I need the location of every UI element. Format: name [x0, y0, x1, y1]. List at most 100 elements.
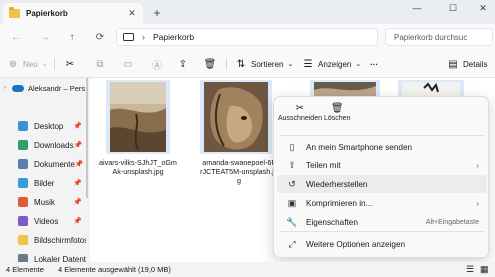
- menu-item-label: Weitere Optionen anzeigen: [306, 239, 406, 249]
- sidebar-scrollbar[interactable]: [86, 78, 88, 198]
- downloads-icon: [18, 140, 28, 150]
- view-icon: ☰: [303, 58, 313, 70]
- menu-item-properties[interactable]: 🔧 Eigenschaften Alt+Eingabetaste: [277, 213, 487, 231]
- sidebar-item-bilder[interactable]: Bilder 📌: [0, 174, 86, 192]
- paste-button[interactable]: ▭: [121, 56, 135, 72]
- sidebar-item-desktop[interactable]: Desktop 📌: [0, 117, 86, 135]
- refresh-button[interactable]: ⟳: [92, 29, 108, 45]
- menu-item-restore[interactable]: ↺ Wiederherstellen: [277, 175, 487, 193]
- properties-icon: 🔧: [286, 216, 298, 227]
- details-button[interactable]: ▤ Details: [446, 56, 487, 72]
- sidebar-item-label: Videos: [34, 216, 59, 226]
- sort-icon: ⇅: [236, 58, 246, 70]
- share-button[interactable]: ⇪: [176, 56, 190, 72]
- pin-icon[interactable]: 📌: [73, 198, 82, 206]
- pin-icon[interactable]: 📌: [75, 160, 84, 168]
- chevron-down-icon: ⌄: [355, 61, 362, 68]
- context-menu-quick-actions: ✂ Ausschneiden 🗑 Löschen: [274, 99, 490, 133]
- file-name[interactable]: amanda-swanepoel-6F rJCTEAT5M-unsplash.j…: [194, 158, 284, 185]
- view-button[interactable]: ☰ Anzeigen ⌄: [301, 56, 362, 72]
- tab-papierkorb[interactable]: Papierkorb ✕: [3, 3, 143, 24]
- navigation-pane: › Aleksandr – Pers Desktop 📌 Downloads 📌 Dok…: [0, 78, 88, 264]
- delete-button[interactable]: 🗑: [203, 56, 217, 72]
- copy-button[interactable]: ⧉: [93, 56, 107, 72]
- sidebar-item-musik[interactable]: Musik 📌: [0, 193, 86, 211]
- new-button[interactable]: ⊕ Neu ⌄: [6, 56, 48, 72]
- address-bar[interactable]: › Papierkorb: [116, 28, 378, 46]
- onedrive-cloud-icon: [12, 84, 24, 92]
- paste-icon: ▭: [123, 58, 133, 70]
- delete-action[interactable]: 🗑 Löschen: [324, 101, 350, 123]
- desert-photo-thumbnail: [106, 80, 170, 154]
- file-item[interactable]: [106, 80, 170, 154]
- keyboard-shortcut: Alt+Eingabetaste: [425, 218, 479, 226]
- new-tab-button[interactable]: +: [150, 6, 164, 20]
- close-tab-icon[interactable]: ✕: [125, 7, 139, 21]
- sidebar-item-label: Bilder: [34, 178, 55, 188]
- sort-label: Sortieren: [251, 59, 284, 69]
- chevron-right-icon[interactable]: ›: [4, 85, 6, 91]
- cut-label: Ausschneiden: [278, 115, 322, 122]
- file-name-line: Ak-unsplash.jpg: [112, 167, 164, 176]
- share-icon: ⇪: [178, 58, 188, 70]
- details-view-toggle[interactable]: ☰: [466, 264, 474, 275]
- trash-icon: 🗑: [330, 102, 344, 114]
- address-row: ← → ↑ ⟳ › Papierkorb Papierkorb durchsuc: [0, 24, 495, 50]
- details-pane-icon: ▤: [448, 58, 458, 70]
- sort-button[interactable]: ⇅ Sortieren ⌄: [234, 56, 294, 72]
- scissors-icon: ✂: [295, 102, 305, 114]
- chevron-down-icon: ⌄: [287, 61, 294, 68]
- close-window-button[interactable]: ✕: [470, 0, 495, 16]
- command-bar: ⊕ Neu ⌄ ✂ ⧉ ▭ Ⓐ ⇪ 🗑 ⇅ Sortieren ⌄ ☰ Anze…: [0, 50, 495, 78]
- cut-action[interactable]: ✂ Ausschneiden: [278, 101, 322, 123]
- chevron-right-icon[interactable]: ›: [142, 32, 145, 42]
- pin-icon[interactable]: 📌: [74, 141, 83, 149]
- sidebar-item-bildschirmfotos[interactable]: Bildschirmfotos: [0, 231, 86, 249]
- sidebar-item-label: Bildschirmfotos: [34, 235, 86, 245]
- sidebar-item-videos[interactable]: Videos 📌: [0, 212, 86, 230]
- cut-button[interactable]: ✂: [63, 56, 77, 72]
- file-name[interactable]: aivars-vilks-SJhJT_oGm Ak-unsplash.jpg: [96, 158, 180, 176]
- menu-item-share[interactable]: ⇪ Teilen mit ›: [277, 156, 487, 174]
- new-label: Neu: [23, 59, 38, 69]
- chevron-down-icon: ⌄: [41, 61, 48, 68]
- up-button[interactable]: ↑: [64, 29, 80, 45]
- sidebar-item-downloads[interactable]: Downloads 📌: [0, 136, 86, 154]
- divider: [280, 135, 484, 136]
- sidebar-item-dokumente[interactable]: Dokumente 📌: [0, 155, 86, 173]
- pin-icon[interactable]: 📌: [73, 217, 82, 225]
- menu-item-label: Komprimieren in...: [306, 198, 373, 208]
- pin-icon[interactable]: 📌: [73, 122, 82, 130]
- status-bar: 4 Elemente 4 Elemente ausgewählt (19,0 M…: [0, 262, 495, 277]
- new-icon: ⊕: [8, 58, 18, 70]
- maximize-button[interactable]: ☐: [440, 0, 466, 16]
- sidebar-item-label: Downloads: [34, 140, 74, 150]
- file-item[interactable]: [200, 80, 272, 154]
- details-label: Details: [463, 59, 488, 69]
- menu-item-archive[interactable]: ▣ Komprimieren in... ›: [277, 194, 487, 212]
- documents-icon: [18, 159, 28, 169]
- restore-icon: ↺: [288, 178, 296, 189]
- menu-item-phone[interactable]: ▯ An mein Smartphone senden: [277, 138, 487, 156]
- title-bar: Papierkorb ✕ + — ☐ ✕: [0, 0, 495, 24]
- pin-icon[interactable]: 📌: [73, 179, 82, 187]
- view-label: Anzeigen: [318, 59, 352, 69]
- back-button[interactable]: ←: [8, 29, 24, 45]
- music-icon: [18, 197, 28, 207]
- forward-button[interactable]: →: [37, 29, 53, 45]
- search-input[interactable]: Papierkorb durchsuc: [385, 28, 493, 46]
- file-name-line: aivars-vilks-SJhJT_oGm: [99, 158, 177, 167]
- breadcrumb[interactable]: Papierkorb: [153, 32, 194, 42]
- minimize-button[interactable]: —: [404, 0, 430, 16]
- more-button[interactable]: ···: [370, 56, 378, 72]
- this-pc-icon: [123, 33, 134, 41]
- menu-item-more-options[interactable]: ⤢ Weitere Optionen anzeigen: [277, 235, 487, 253]
- sidebar-item-onedrive[interactable]: › Aleksandr – Pers: [0, 79, 86, 97]
- phone-icon: ▯: [289, 141, 295, 152]
- file-name-line: g: [237, 176, 241, 185]
- rename-button[interactable]: Ⓐ: [150, 56, 164, 72]
- tiles-view-toggle[interactable]: ▦: [480, 264, 489, 275]
- trash-icon: 🗑: [203, 58, 217, 70]
- item-count: 4 Elemente: [6, 265, 44, 274]
- archive-icon: ▣: [287, 197, 297, 208]
